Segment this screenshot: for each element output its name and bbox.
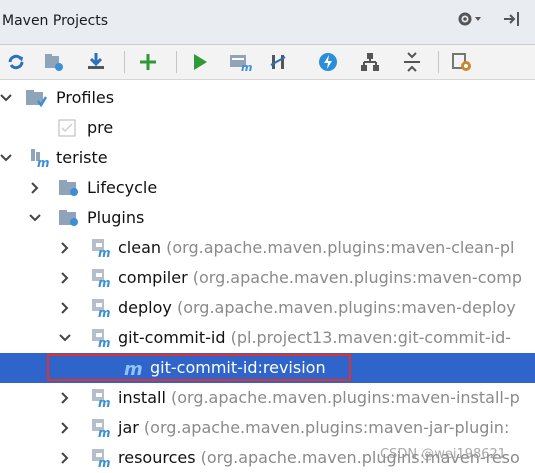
maven-plugin-icon: m <box>92 389 111 408</box>
plugin-coordinates: (org.apache.maven.plugins:maven-deploy <box>176 298 516 317</box>
collapsed-arrow-icon[interactable] <box>29 181 41 195</box>
plugin-name: clean <box>118 238 162 257</box>
plugin-row[interactable]: m install (org.apache.maven.plugins:mave… <box>0 383 535 413</box>
plugin-row[interactable]: m git-commit-id (pl.project13.maven:git-… <box>0 323 535 353</box>
svg-text:m: m <box>37 156 50 168</box>
lifecycle-label: Lifecycle <box>87 178 158 197</box>
plugin-name: resources <box>118 448 196 467</box>
reimport-icon[interactable] <box>4 50 28 74</box>
plugin-name: compiler <box>118 268 188 287</box>
plugin-coordinates: (org.apache.maven.plugins:maven-clean-pl <box>166 238 515 257</box>
plugins-label: Plugins <box>87 208 145 227</box>
plugin-name: deploy <box>118 298 172 317</box>
profiles-folder-icon <box>26 90 47 108</box>
plugin-name: jar <box>118 418 139 437</box>
collapsed-arrow-icon[interactable] <box>59 391 71 405</box>
maven-plugin-icon: m <box>92 329 111 348</box>
plugin-name: git-commit-id <box>118 328 226 347</box>
svg-text:m: m <box>98 276 111 288</box>
diagrams-icon[interactable] <box>358 50 382 74</box>
svg-text:m: m <box>98 456 111 468</box>
collapsed-arrow-icon[interactable] <box>59 241 71 255</box>
plugin-row[interactable]: m clean (org.apache.maven.plugins:maven-… <box>0 233 535 263</box>
maven-project-icon: m <box>31 149 50 168</box>
svg-text:m: m <box>98 426 111 438</box>
tree-node-profiles[interactable]: Profiles <box>0 83 535 113</box>
maven-plugin-icon: m <box>92 449 111 468</box>
expanded-arrow-icon[interactable] <box>29 211 41 225</box>
execute-goal-icon[interactable]: m <box>228 50 252 74</box>
svg-text:m: m <box>98 306 111 318</box>
expanded-arrow-icon[interactable] <box>0 91 12 105</box>
profile-item-pre[interactable]: pre <box>0 113 535 143</box>
run-icon[interactable] <box>188 50 212 74</box>
lifecycle-folder-icon <box>59 180 78 196</box>
profiles-label: Profiles <box>56 88 115 107</box>
add-icon[interactable] <box>136 50 160 74</box>
plugins-folder-icon <box>59 210 78 226</box>
generate-sources-icon[interactable] <box>42 50 66 74</box>
maven-plugin-icon: m <box>92 269 111 288</box>
profile-checkbox[interactable] <box>58 119 76 137</box>
skip-tests-icon[interactable] <box>316 50 340 74</box>
collapse-all-icon[interactable] <box>400 50 424 74</box>
collapsed-arrow-icon[interactable] <box>59 301 71 315</box>
svg-text:m: m <box>98 246 111 258</box>
maven-toolbar: m <box>0 45 535 80</box>
maven-projects-tree: Profiles pre m teriste Lifecycle Plugins… <box>0 80 535 473</box>
maven-settings-icon[interactable] <box>450 50 474 74</box>
tree-node-lifecycle[interactable]: Lifecycle <box>0 173 535 203</box>
maven-plugin-icon: m <box>92 239 111 258</box>
maven-plugin-icon: m <box>92 419 111 438</box>
window-title: Maven Projects <box>2 13 109 29</box>
collapsed-arrow-icon[interactable] <box>59 421 71 435</box>
tree-node-project[interactable]: m teriste <box>0 143 535 173</box>
expanded-arrow-icon[interactable] <box>59 331 71 345</box>
plugin-coordinates: (org.apache.maven.plugins:maven-comp <box>192 268 523 287</box>
expanded-arrow-icon[interactable] <box>0 151 12 165</box>
plugin-coordinates: (pl.project13.maven:git-commit-id- <box>230 328 512 347</box>
maven-plugin-icon: m <box>92 299 111 318</box>
collapsed-arrow-icon[interactable] <box>59 451 71 465</box>
download-icon[interactable] <box>84 50 108 74</box>
svg-text:m: m <box>241 61 252 73</box>
settings-gear-icon[interactable] <box>457 10 483 32</box>
red-highlight-box <box>47 354 351 381</box>
tool-window-header: Maven Projects <box>0 0 535 45</box>
profile-label: pre <box>87 118 114 137</box>
svg-text:m: m <box>98 396 111 408</box>
plugin-coordinates: (org.apache.maven.plugins:maven-jar-plug… <box>143 418 510 437</box>
toggle-offline-icon[interactable] <box>266 50 290 74</box>
plugin-row[interactable]: m deploy (org.apache.maven.plugins:maven… <box>0 293 535 323</box>
hide-panel-icon[interactable] <box>502 10 522 32</box>
tree-node-plugins[interactable]: Plugins <box>0 203 535 233</box>
goal-row-selected[interactable]: m git-commit-id:revision <box>0 353 535 383</box>
plugin-coordinates: (org.apache.maven.plugins:maven-install-… <box>170 388 520 407</box>
collapsed-arrow-icon[interactable] <box>59 271 71 285</box>
plugin-row[interactable]: m jar (org.apache.maven.plugins:maven-ja… <box>0 413 535 443</box>
watermark: CSDN @wei198621 <box>380 447 507 462</box>
plugin-row[interactable]: m compiler (org.apache.maven.plugins:mav… <box>0 263 535 293</box>
plugin-name: install <box>118 388 166 407</box>
project-label: teriste <box>56 148 108 167</box>
svg-text:m: m <box>98 336 111 348</box>
